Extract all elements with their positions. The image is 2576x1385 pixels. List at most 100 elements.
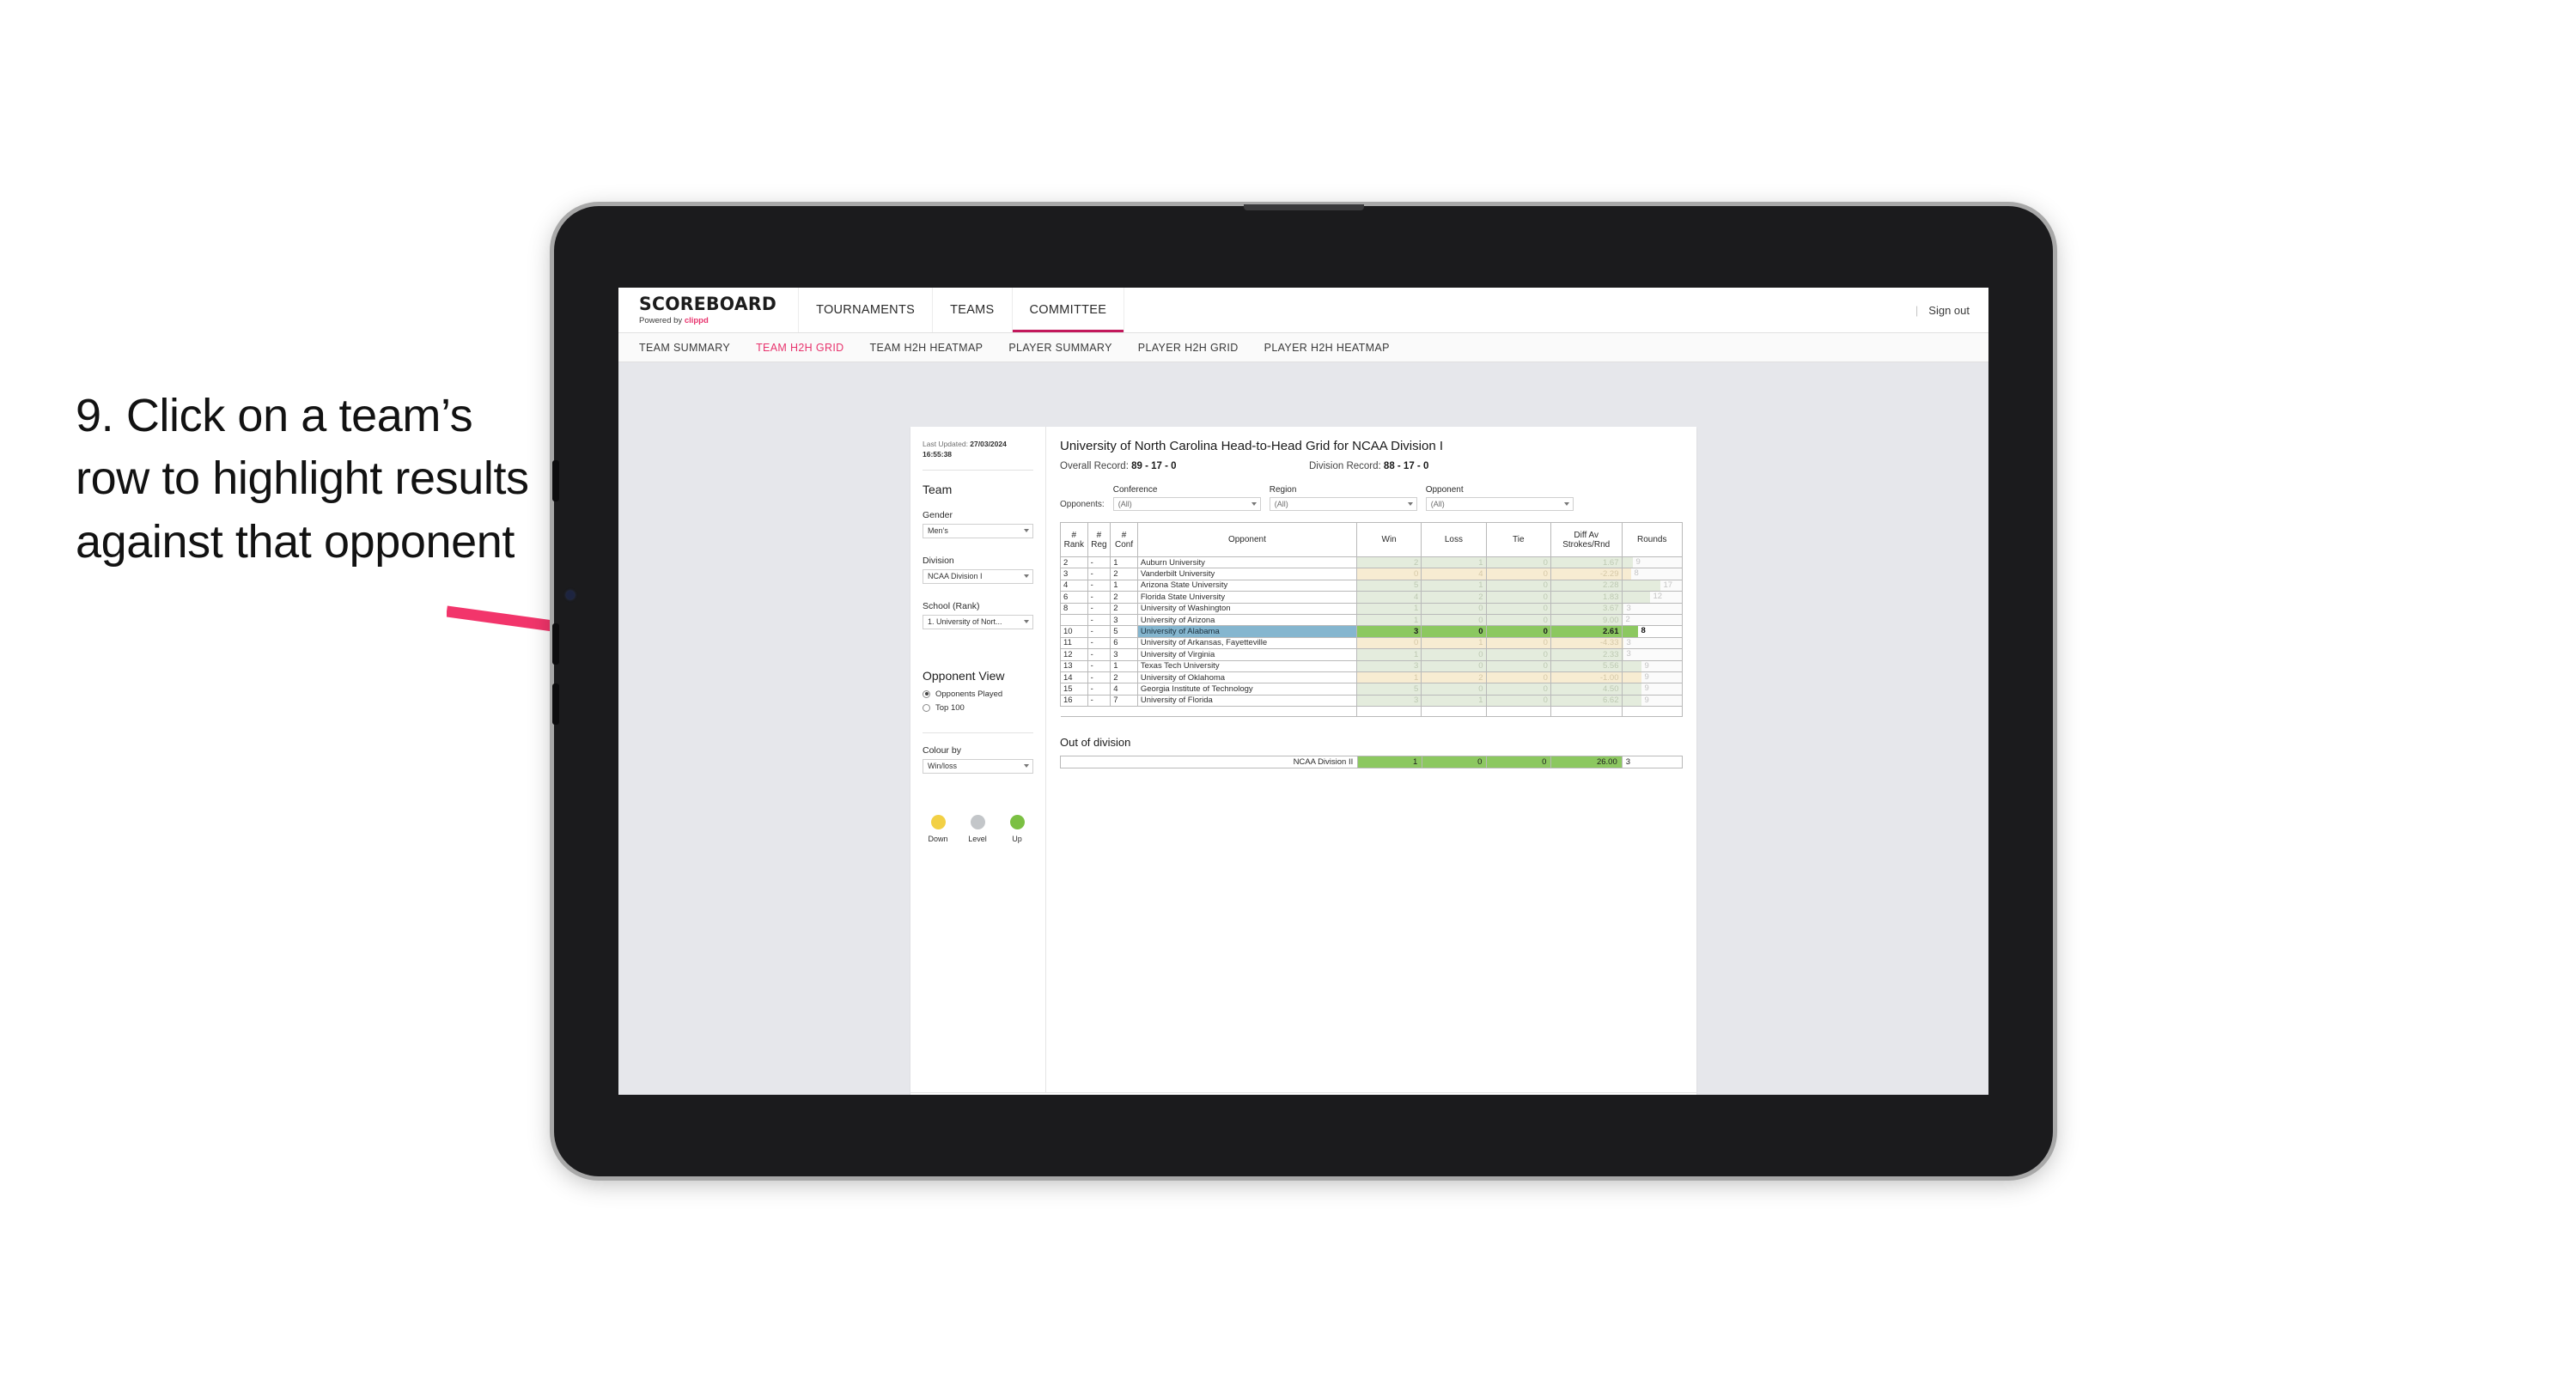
cell-conf: 1: [1110, 556, 1138, 569]
table-row[interactable]: 14-2 University of Oklahoma 1 2 0 -1.00 9: [1060, 671, 1683, 684]
cell-conf: 2: [1110, 591, 1138, 604]
cell-rank: 11: [1060, 636, 1088, 650]
cell-rounds: 3: [1621, 602, 1683, 615]
school-field: School (Rank) 1. University of Nort...: [923, 601, 1033, 629]
cell-rounds: 12: [1621, 591, 1683, 604]
legend-swatch-down: [930, 814, 946, 829]
chevron-down-icon: [1024, 764, 1029, 768]
subnav-team-h2h-grid[interactable]: TEAM H2H GRID: [756, 342, 843, 354]
cell-opponent: University of Florida: [1136, 694, 1357, 708]
region-select[interactable]: (All): [1269, 497, 1417, 511]
table-row[interactable]: 15-4 Georgia Institute of Technology 5 0 0 4.…: [1060, 683, 1683, 696]
cell-tie: 0: [1485, 625, 1551, 638]
col-header-diff: Diff Av Strokes/Rnd: [1550, 522, 1623, 557]
gender-label: Gender: [923, 509, 953, 520]
table-row[interactable]: -3 University of Arizona 1 0 0 9.00 2: [1060, 613, 1683, 627]
radio-top-100[interactable]: Top 100: [923, 703, 1033, 713]
subnav-player-summary[interactable]: PLAYER SUMMARY: [1008, 342, 1111, 354]
chevron-down-icon: [1024, 620, 1029, 624]
opponent-select[interactable]: (All): [1425, 497, 1574, 511]
powered-by-text: Powered by: [639, 315, 685, 325]
cell-conf: 3: [1110, 613, 1138, 627]
app-sub-nav: TEAM SUMMARY TEAM H2H GRID TEAM H2H HEAT…: [618, 333, 1988, 362]
app-top-nav: SCOREBOARD Powered by clippd TOURNAMENTS…: [618, 288, 1988, 333]
rounds-value: 2: [1625, 614, 1630, 624]
cell-reg: -: [1087, 659, 1111, 672]
school-label: School (Rank): [923, 600, 980, 611]
table-row[interactable]: 12-3 University of Virginia 1 0 0 2.33 3: [1060, 648, 1683, 661]
table-row[interactable]: 13-1 Texas Tech University 3 0 0 5.56 9: [1060, 659, 1683, 672]
cell-win: 1: [1355, 671, 1422, 684]
col-reg-l1: #: [1096, 530, 1102, 540]
nav-tab-teams[interactable]: TEAMS: [932, 288, 1011, 332]
cell-tie: 0: [1485, 694, 1551, 708]
cell-rank: [1060, 613, 1088, 627]
nav-tab-tournaments[interactable]: TOURNAMENTS: [798, 288, 932, 332]
rounds-bar: [1622, 626, 1638, 637]
ood-tie: 0: [1486, 756, 1552, 769]
table-row[interactable]: 8-2 University of Washington 1 0 0 3.67 3: [1060, 602, 1683, 615]
overall-record: Overall Record: 89 - 17 - 0: [1060, 461, 1309, 471]
cell-diff-strokes: -1.00: [1550, 671, 1623, 684]
cell-rounds: 2: [1621, 613, 1683, 627]
cell-reg: -: [1087, 556, 1111, 569]
cell-loss: 1: [1421, 556, 1487, 569]
rounds-value: 8: [1641, 626, 1646, 636]
table-row[interactable]: 6-2 Florida State University 4 2 0 1.83 12: [1060, 591, 1683, 604]
legend-swatch-level: [970, 814, 985, 829]
grid-blank-cell: [1485, 706, 1551, 718]
cell-rounds: 3: [1621, 648, 1683, 661]
tablet-device: SCOREBOARD Powered by clippd TOURNAMENTS…: [552, 204, 2053, 1176]
out-of-division-row[interactable]: NCAA Division II 1 0 0 26.00 3: [1059, 756, 1684, 769]
nav-tab-committee[interactable]: COMMITTEE: [1011, 288, 1125, 332]
division-label: Division: [923, 555, 954, 566]
radio-icon-selected: [923, 689, 930, 698]
subnav-team-h2h-heatmap[interactable]: TEAM H2H HEATMAP: [870, 342, 984, 354]
table-row[interactable]: 3-2 Vanderbilt University 0 4 0 -2.29 8: [1060, 568, 1683, 580]
cell-rank: 3: [1060, 568, 1088, 580]
filter-divider-1: [923, 469, 1033, 471]
out-of-division-title: Out of division: [1060, 736, 1131, 750]
school-select[interactable]: 1. University of Nort...: [923, 614, 1033, 629]
table-row[interactable]: 11-6 University of Arkansas, Fayetteville…: [1060, 636, 1683, 650]
cell-win: 5: [1355, 579, 1422, 592]
col-diff-l1: Diff Av: [1574, 530, 1599, 540]
cell-win: 1: [1355, 602, 1422, 615]
table-row[interactable]: 10-5 University of Alabama 3 0 0 2.61 8: [1060, 625, 1683, 638]
sign-out-link[interactable]: Sign out: [1928, 304, 1970, 317]
cell-conf: 2: [1110, 602, 1138, 615]
device-button-top: [552, 460, 559, 501]
gender-select[interactable]: Men’s: [923, 523, 1033, 538]
col-header-opponent: Opponent: [1136, 522, 1357, 557]
division-select[interactable]: NCAA Division I: [923, 568, 1033, 584]
cell-rounds: 8: [1621, 568, 1683, 580]
cell-reg: -: [1087, 683, 1111, 696]
grid-blank-cell: [1550, 706, 1623, 718]
col-conf-l1: #: [1121, 530, 1127, 540]
radio-opponents-played[interactable]: Opponents Played: [923, 689, 1033, 699]
table-row[interactable]: 16-7 University of Florida 3 1 0 6.62 9: [1060, 694, 1683, 708]
clippd-brand: clippd: [684, 315, 709, 325]
app-logo[interactable]: SCOREBOARD Powered by clippd: [618, 288, 798, 332]
grid-blank-band: [1060, 706, 1683, 718]
colour-by-select[interactable]: Win/loss: [923, 758, 1033, 774]
table-row[interactable]: 4-1 Arizona State University 5 1 0 2.28 17: [1060, 579, 1683, 592]
conference-select[interactable]: (All): [1112, 497, 1261, 511]
subnav-player-h2h-grid[interactable]: PLAYER H2H GRID: [1138, 342, 1239, 354]
table-row[interactable]: 2-1 Auburn University 2 1 0 1.67 9: [1060, 556, 1683, 569]
cell-opponent: University of Washington: [1136, 602, 1357, 615]
browser-viewport: SCOREBOARD Powered by clippd TOURNAMENTS…: [618, 288, 1988, 1095]
ood-rounds: 3: [1621, 756, 1684, 769]
viz-toolbar: View: Original Save Custom View Watch: [910, 1092, 1696, 1095]
rounds-value: 17: [1663, 580, 1673, 590]
device-speaker: [1243, 204, 1364, 210]
cell-conf: 5: [1110, 625, 1138, 638]
rounds-bar: [1622, 649, 1623, 659]
cell-loss: 4: [1421, 568, 1487, 580]
cell-loss: 0: [1421, 648, 1487, 661]
chevron-down-icon: [1563, 502, 1569, 506]
subnav-team-summary[interactable]: TEAM SUMMARY: [639, 342, 730, 354]
subnav-player-h2h-heatmap[interactable]: PLAYER H2H HEATMAP: [1264, 342, 1390, 354]
opponent-view-heading: Opponent View: [923, 668, 1005, 683]
cell-rank: 14: [1060, 671, 1088, 684]
